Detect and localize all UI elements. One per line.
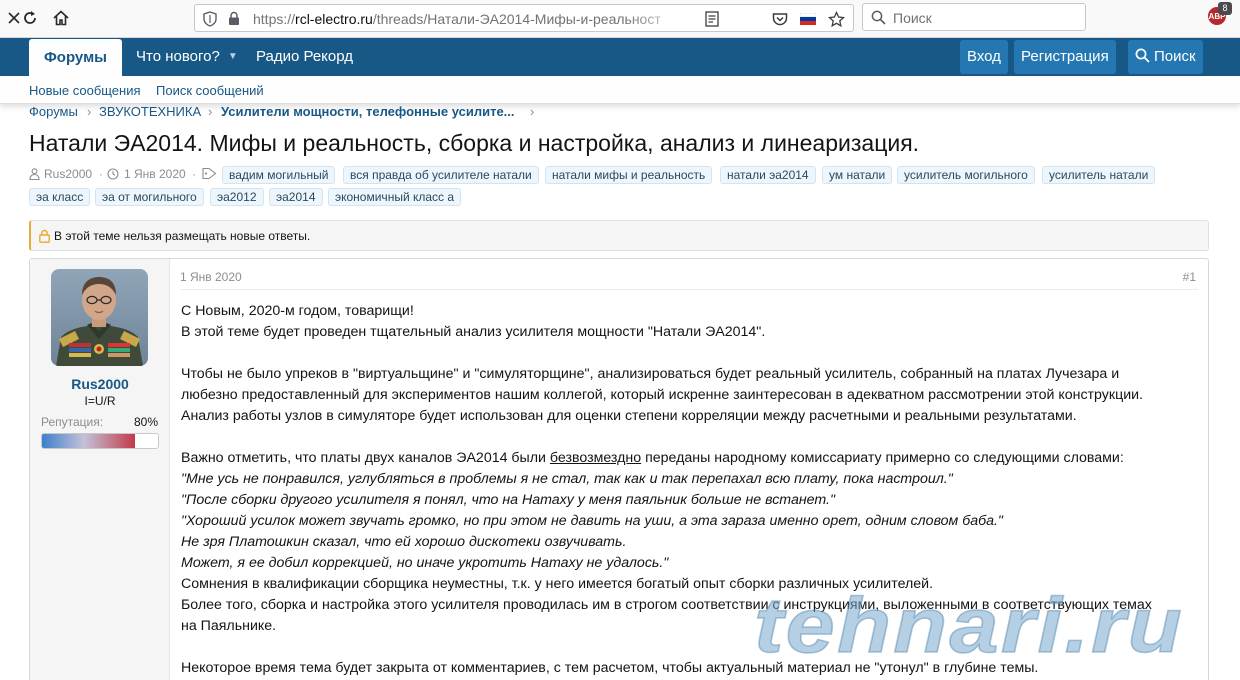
adblock-count-badge: 8 [1218, 2, 1232, 15]
reload-icon[interactable] [18, 7, 42, 29]
search-icon [1135, 48, 1150, 63]
reputation-bar-fill [42, 434, 135, 448]
reputation-bar [41, 433, 159, 449]
pocket-icon[interactable] [771, 10, 789, 28]
post-text-line: Анализ работы узлов в симуляторе будет и… [181, 408, 1077, 424]
url-bar[interactable]: https://rcl-electro.ru/threads/Натали-ЭА… [194, 4, 930, 32]
clock-icon [107, 168, 119, 183]
new-posts-link[interactable]: Новые сообщения [29, 83, 141, 98]
tag-item[interactable]: ум натали [822, 166, 893, 184]
tag-item[interactable]: эа2012 [210, 188, 264, 206]
tab-radio-record[interactable]: Радио Рекорд [256, 38, 353, 76]
tag-item[interactable]: вся правда об усилителе натали [343, 166, 539, 184]
tab-whats-new[interactable]: Что нового? ▼ [136, 38, 238, 76]
register-button[interactable]: Регистрация [1014, 40, 1116, 74]
lock-icon[interactable] [228, 11, 240, 31]
post-text-line: В этой теме будет проведен тщательный ан… [181, 324, 766, 340]
post-quote-line: "Хороший усилок может звучать громко, но… [181, 513, 1003, 529]
tag-item[interactable]: экономичный класс а [328, 188, 462, 206]
forum-search-label: Поиск [1154, 48, 1196, 65]
meta-separator: · [192, 167, 196, 181]
browser-search-box[interactable]: Поиск [862, 3, 1086, 31]
url-fade [625, 7, 695, 29]
thread-title: Натали ЭА2014. Мифы и реальность, сборка… [29, 130, 920, 156]
tag-item[interactable]: натали эа2014 [720, 166, 816, 184]
post-text-line: на Паяльнике. [181, 618, 277, 634]
search-posts-link[interactable]: Поиск сообщений [156, 83, 264, 98]
tag-icon [202, 167, 217, 183]
post-divider [180, 289, 1198, 290]
tag-item[interactable]: натали мифы и реальность [545, 166, 713, 184]
chevron-right-icon: › [87, 104, 92, 119]
post: Rus2000 I=U/R Репутация: 80% 1 Янв 2020 … [29, 258, 1209, 680]
tag-item[interactable]: вадим могильный [222, 166, 336, 184]
thread-author[interactable]: Rus2000 [44, 167, 92, 181]
home-icon[interactable] [49, 7, 73, 29]
breadcrumb-forums[interactable]: Форумы [29, 104, 78, 119]
tag-item[interactable]: эа от могильного [95, 188, 204, 206]
post-text-line: любезно предоставленный для эксперименто… [181, 387, 1144, 403]
sub-navbar: Новые сообщения Поиск сообщений [0, 76, 1240, 104]
post-text-line: Некоторое время тема будет закрыта от ко… [181, 660, 1039, 676]
tag-item[interactable]: усилитель натали [1042, 166, 1156, 184]
tag-item[interactable]: эа класс [29, 188, 91, 206]
post-quote-line: "После сборки другого усилителя я понял,… [181, 492, 836, 508]
post-text-line: С Новым, 2020-м годом, товарищи! [181, 303, 414, 319]
post-text-line: Чтобы не было упреков в "виртуальщине" и… [181, 366, 1120, 382]
tracking-shield-icon[interactable] [203, 11, 217, 32]
post-text-fragment: переданы народному комиссариату примерно… [645, 450, 1124, 466]
post-text-line: Более того, сборка и настройка этого уси… [181, 597, 1152, 613]
meta-separator: · [99, 167, 103, 181]
russian-flag-icon[interactable] [799, 10, 817, 28]
post-text-line: Сомнения в квалификации сборщика неумест… [181, 576, 934, 592]
user-title: I=U/R [84, 394, 116, 408]
url-scheme: https:// [253, 11, 296, 27]
chevron-right-icon: › [530, 104, 535, 119]
login-button[interactable]: Вход [960, 40, 1008, 74]
post-quote-line: Может, я ее добил коррекцией, но иначе у… [181, 555, 669, 571]
forum-navbar: Форумы Что нового? ▼ Радио Рекорд Вход Ре… [0, 38, 1240, 76]
thread-date[interactable]: 1 Янв 2020 [124, 167, 186, 181]
post-underlined-word: безвозмездно [549, 450, 642, 466]
user-icon [29, 168, 40, 183]
locked-notice-text: В этой теме нельзя размещать новые ответ… [54, 229, 311, 243]
tag-item[interactable]: эа2014 [269, 188, 323, 206]
tab-forums[interactable]: Форумы [29, 39, 122, 76]
tag-item[interactable]: усилитель могильного [897, 166, 1035, 184]
post-user-cell: Rus2000 I=U/R Репутация: 80% [30, 259, 170, 680]
post-number[interactable]: #1 [1183, 270, 1196, 284]
avatar[interactable] [51, 269, 148, 366]
lock-icon [39, 229, 50, 248]
reader-view-icon[interactable] [703, 10, 721, 28]
post-username[interactable]: Rus2000 [30, 376, 170, 392]
locked-notice: В этой теме нельзя размещать новые ответ… [29, 220, 1209, 251]
post-text-line: Важно отметить, что платы двух каналов Э… [181, 450, 1124, 466]
search-icon [871, 10, 886, 30]
forum-search-button[interactable]: Поиск [1128, 40, 1203, 74]
search-placeholder: Поиск [893, 10, 932, 26]
breadcrumb-amplifiers-label: Усилители мощности, телефонные усилите..… [221, 104, 515, 119]
breadcrumb-sound[interactable]: ЗВУКОТЕХНИКА [99, 104, 201, 119]
chevron-down-icon[interactable]: ▼ [228, 38, 238, 76]
tab-whats-new-label: Что нового? [136, 48, 220, 65]
post-quote-line: "Мне усь не понравился, углубляться в пр… [181, 471, 953, 487]
browser-toolbar: https://rcl-electro.ru/threads/Натали-ЭА… [0, 0, 1240, 38]
post-quote-line: Не зря Платошкин сказал, что ей хорошо д… [181, 534, 627, 550]
breadcrumb-amplifiers[interactable]: Усилители мощности, телефонные усилите..… [221, 104, 515, 119]
url-path: /threads/Натали-ЭА2014-Мифы-и-реальност [372, 11, 661, 27]
bookmark-star-icon[interactable] [827, 10, 845, 28]
url-host: rcl-electro.ru [295, 11, 373, 27]
reputation-value: 80% [134, 415, 159, 429]
reputation-label: Репутация: [41, 415, 104, 429]
post-date[interactable]: 1 Янв 2020 [180, 270, 242, 284]
chevron-right-icon: › [208, 104, 213, 119]
post-text-fragment: Важно отметить, что платы двух каналов Э… [181, 450, 546, 466]
